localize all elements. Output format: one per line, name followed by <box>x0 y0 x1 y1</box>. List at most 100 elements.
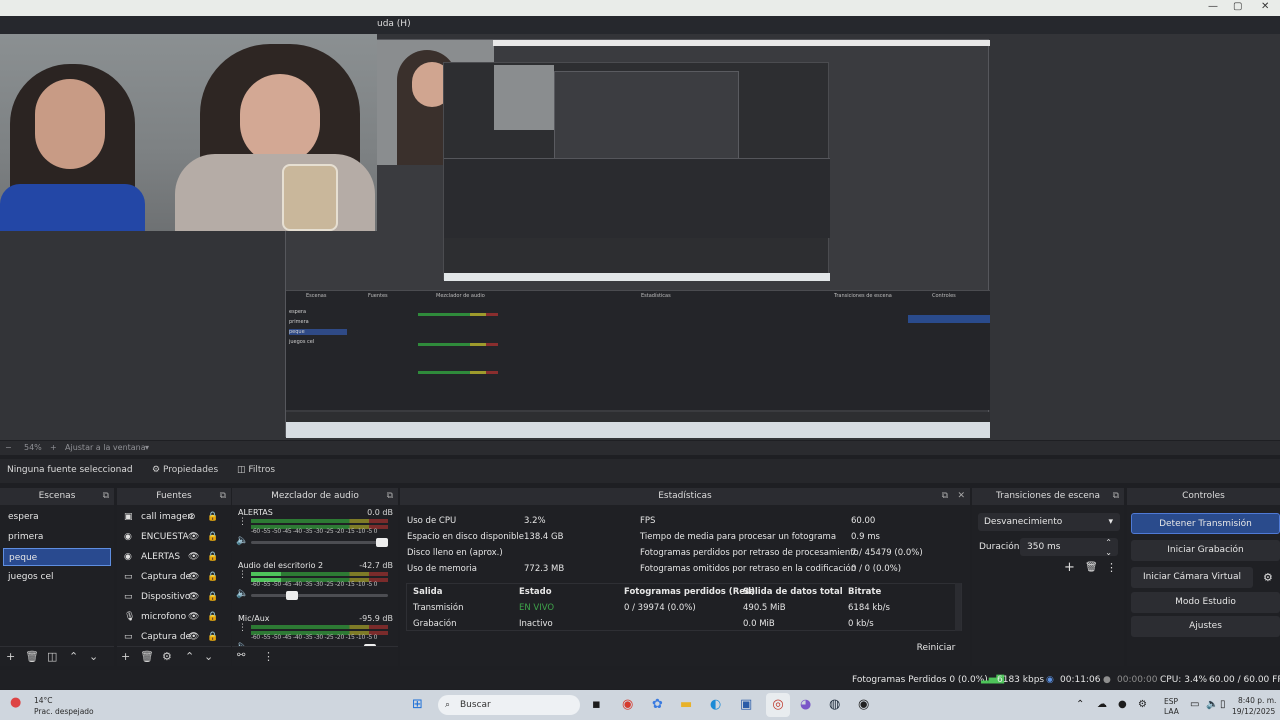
scene-item[interactable]: primera <box>3 528 111 546</box>
menu-dots-icon[interactable]: ⋮ <box>238 570 247 580</box>
spin-down-icon[interactable]: ⌄ <box>1105 544 1112 562</box>
discord-icon[interactable]: ◕ <box>800 697 811 712</box>
eye-hidden-icon[interactable]: ⊘ <box>188 507 196 527</box>
network-icon[interactable]: ▭ <box>1190 699 1199 710</box>
lock-icon[interactable]: 🔒 <box>207 567 218 587</box>
trash-icon[interactable]: 🗑 <box>1085 562 1098 573</box>
arrow-down-icon[interactable]: ⌄ <box>89 650 98 663</box>
add-transition-icon[interactable]: + <box>1064 560 1075 575</box>
arrow-up-icon[interactable]: ⌃ <box>69 650 78 663</box>
filter-icon[interactable]: ◫ <box>47 650 57 663</box>
clock-date[interactable]: 19/12/2025 <box>1232 707 1275 716</box>
chrome-icon[interactable]: ◉ <box>622 697 633 712</box>
settings-button[interactable]: Ajustes <box>1131 616 1280 637</box>
tray-icon-3[interactable]: ⚙ <box>1138 699 1147 710</box>
lock-icon[interactable]: 🔒 <box>207 627 218 647</box>
eye-icon[interactable]: 👁 <box>188 567 199 587</box>
edge-icon[interactable]: ◐ <box>710 697 721 712</box>
eye-icon[interactable]: 👁 <box>188 627 199 647</box>
undock-icon[interactable]: ⧉ <box>220 488 226 505</box>
add-icon[interactable]: + <box>121 650 130 663</box>
undock-icon[interactable]: ⧉ <box>1113 488 1119 505</box>
task-view-icon[interactable]: ▪ <box>592 697 601 712</box>
gear-icon[interactable]: ⚙ <box>1263 571 1273 584</box>
lock-icon[interactable]: 🔒 <box>207 527 218 547</box>
close-icon[interactable]: ✕ <box>957 488 965 505</box>
undock-icon[interactable]: ⧉ <box>942 488 948 505</box>
start-virtual-camera-button[interactable]: Iniciar Cámara Virtual <box>1131 567 1253 588</box>
source-item[interactable]: ◉ ENCUESTA 👁 🔒 <box>119 527 232 547</box>
trash-icon[interactable]: 🗑 <box>25 650 39 663</box>
trash-icon[interactable]: 🗑 <box>140 650 154 663</box>
chevron-down-icon[interactable]: ▾ <box>145 443 149 452</box>
source-item[interactable]: ▣ call imagen ⊘ 🔒 <box>119 507 232 527</box>
gear-icon[interactable]: ⚙ <box>162 650 172 663</box>
menu-dots-icon[interactable]: ⋮ <box>1106 561 1117 574</box>
weather-temp[interactable]: 14°C <box>34 696 53 705</box>
speaker-icon[interactable]: 🔈 <box>236 588 248 599</box>
close-icon[interactable]: ✕ <box>1261 1 1269 12</box>
undock-icon[interactable]: ⧉ <box>103 488 109 505</box>
zoom-in-icon[interactable]: + <box>50 443 57 452</box>
taskbar-search[interactable]: ⌕ Buscar <box>438 695 580 715</box>
menu-dots-icon[interactable]: ⋮ <box>238 517 247 527</box>
eye-icon[interactable]: 👁 <box>188 587 199 607</box>
file-explorer-icon[interactable]: ▬ <box>680 697 692 712</box>
minimize-icon[interactable]: — <box>1208 1 1218 12</box>
source-item[interactable]: 🎙 microfono 👁 🔒 <box>119 607 232 627</box>
lock-icon[interactable]: 🔒 <box>207 607 218 627</box>
scrollbar[interactable] <box>955 583 961 631</box>
menu-help[interactable]: uda (H) <box>377 19 411 29</box>
lang-2[interactable]: LAA <box>1164 707 1179 716</box>
add-icon[interactable]: + <box>6 650 15 663</box>
slider-handle[interactable] <box>376 538 388 547</box>
speaker-icon[interactable]: 🔈 <box>236 535 248 546</box>
volume-slider[interactable] <box>251 538 388 547</box>
menu-dots-icon[interactable]: ⋮ <box>263 650 274 663</box>
zoom-out-icon[interactable]: − <box>5 443 12 452</box>
maximize-icon[interactable]: ▢ <box>1233 1 1242 12</box>
battery-icon[interactable]: ▯ <box>1220 699 1226 710</box>
undock-icon[interactable]: ⧉ <box>387 488 393 505</box>
lock-icon[interactable]: 🔒 <box>207 547 218 567</box>
stop-stream-button[interactable]: Detener Transmisión <box>1131 513 1280 534</box>
slider-handle[interactable] <box>286 591 298 600</box>
lang-1[interactable]: ESP <box>1164 697 1178 706</box>
source-item[interactable]: ▭ Captura de 👁 🔒 <box>119 627 232 647</box>
copilot-icon[interactable]: ✿ <box>652 697 663 712</box>
scene-item[interactable]: espera <box>3 508 111 526</box>
volume-slider[interactable] <box>251 591 388 600</box>
tray-icon-2[interactable]: ● <box>1118 699 1127 710</box>
source-item[interactable]: ▭ Captura de 👁 🔒 <box>119 567 232 587</box>
eye-icon[interactable]: 👁 <box>188 527 199 547</box>
tray-icon[interactable]: ☁ <box>1097 699 1107 710</box>
source-item[interactable]: ▭ Dispositivo 👁 🔒 <box>119 587 232 607</box>
arrow-up-icon[interactable]: ⌃ <box>185 650 194 663</box>
menu-dots-icon[interactable]: ⋮ <box>238 623 247 633</box>
scene-item[interactable]: juegos cel <box>3 568 111 586</box>
windows-start-icon[interactable]: ⊞ <box>412 697 423 712</box>
reset-button[interactable]: Reiniciar <box>912 640 960 656</box>
lock-icon[interactable]: 🔒 <box>207 587 218 607</box>
fit-window-label[interactable]: Ajustar a la ventana <box>65 443 146 452</box>
link-icon[interactable]: ⚯ <box>237 650 245 661</box>
obs-taskbar-icon[interactable]: ◎ <box>766 693 790 717</box>
lock-icon[interactable]: 🔒 <box>207 507 218 527</box>
scene-item[interactable]: peque <box>3 548 111 566</box>
chevron-up-icon[interactable]: ⌃ <box>1076 699 1084 710</box>
eye-icon[interactable]: 👁 <box>188 607 199 627</box>
clock-time[interactable]: 8:40 p. m. <box>1238 696 1276 705</box>
transition-select[interactable]: Desvanecimiento ▾ <box>978 513 1120 531</box>
app-icon[interactable]: ◉ <box>858 697 869 712</box>
eye-icon[interactable]: 👁 <box>188 547 199 567</box>
properties-button[interactable]: ⚙ Propiedades <box>147 463 223 479</box>
duration-spinbox[interactable]: 350 ms ⌃ ⌄ <box>1020 538 1118 557</box>
start-recording-button[interactable]: Iniciar Grabación <box>1131 540 1280 561</box>
arrow-down-icon[interactable]: ⌄ <box>204 650 213 663</box>
filters-button[interactable]: ◫ Filtros <box>232 463 280 479</box>
preview-canvas[interactable]: Escenas Fuentes Mezclador de audio Estad… <box>0 34 1280 440</box>
source-item[interactable]: ◉ ALERTAS 👁 🔒 <box>119 547 232 567</box>
studio-mode-button[interactable]: Modo Estudio <box>1131 592 1280 613</box>
store-icon[interactable]: ▣ <box>740 697 752 712</box>
volume-icon[interactable]: 🔈 <box>1206 699 1218 710</box>
